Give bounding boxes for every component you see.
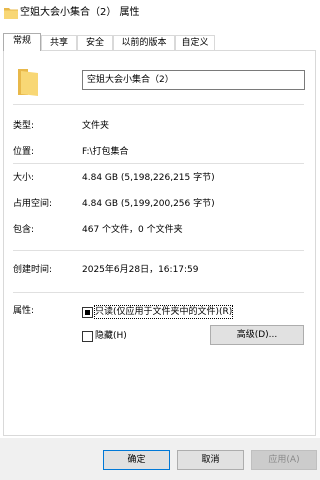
location-label: 位置:	[13, 147, 35, 157]
tab-general[interactable]: 常规	[3, 33, 41, 51]
type-value: 文件夹	[82, 121, 110, 131]
general-panel	[3, 50, 316, 436]
size-on-disk-label: 占用空间:	[13, 199, 53, 209]
created-label: 创建时间:	[13, 265, 53, 275]
ok-button[interactable]: 确定	[103, 450, 170, 470]
type-label: 类型:	[13, 121, 35, 131]
folder-name-input[interactable]: 空姐大会小集合（2）	[82, 70, 305, 90]
contains-value: 467 个文件，0 个文件夹	[82, 225, 183, 235]
divider	[13, 292, 304, 293]
tab-sharing[interactable]: 共享	[41, 35, 77, 50]
advanced-button[interactable]: 高级(D)...	[210, 325, 304, 345]
tab-strip: 常规 共享 安全 以前的版本 自定义	[3, 33, 317, 51]
apply-button[interactable]: 应用(A)	[251, 450, 317, 470]
divider	[13, 163, 304, 164]
divider	[13, 104, 304, 105]
cancel-button[interactable]: 取消	[177, 450, 244, 470]
size-label: 大小:	[13, 173, 35, 183]
contains-label: 包含:	[13, 225, 35, 235]
hidden-label[interactable]: 隐藏(H)	[95, 330, 127, 342]
folder-icon	[4, 8, 18, 19]
title-bar: 空姐大会小集合（2） 属性	[0, 0, 320, 30]
size-value: 4.84 GB (5,198,226,215 字节)	[82, 173, 215, 183]
readonly-checkbox[interactable]	[82, 307, 93, 318]
hidden-checkbox[interactable]	[82, 331, 93, 342]
tab-security[interactable]: 安全	[77, 35, 113, 50]
tab-customize[interactable]: 自定义	[175, 35, 215, 50]
folder-large-icon	[18, 69, 38, 96]
attributes-label: 属性:	[13, 306, 35, 316]
readonly-label[interactable]: 只读(仅应用于文件夹中的文件)(R)	[93, 305, 234, 319]
window-title: 空姐大会小集合（2） 属性	[20, 7, 140, 18]
divider	[13, 250, 304, 251]
size-on-disk-value: 4.84 GB (5,199,200,256 字节)	[82, 199, 215, 209]
location-value: F:\打包集合	[82, 147, 129, 157]
tab-previous-versions[interactable]: 以前的版本	[113, 35, 175, 50]
created-value: 2025年6月28日，16:17:59	[82, 265, 199, 275]
